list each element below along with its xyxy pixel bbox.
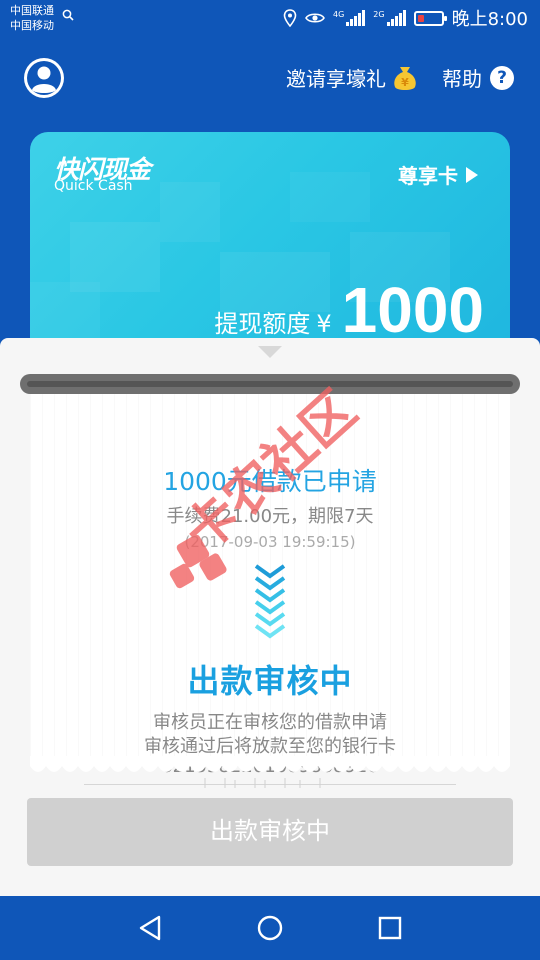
receipt-desc-1: 审核员正在审核您的借款申请 (153, 712, 387, 733)
carrier-2: 中国移动 (10, 19, 54, 32)
location-icon (283, 9, 297, 27)
receipt-fee: 手续费21.00元，期限7天 (166, 506, 374, 527)
question-icon: ? (490, 65, 514, 90)
premium-card-link[interactable]: 尊享卡 (398, 160, 478, 189)
money-bag-glyph: ¥ (401, 76, 409, 89)
recents-icon[interactable] (375, 913, 405, 943)
loan-receipt: 1000元借款已申请 手续费21.00元，期限7天 (2017-09-03 19… (30, 386, 510, 777)
money-bag-icon: ¥ (394, 66, 416, 90)
receipt-desc-2: 审核通过后将放款至您的银行卡 (144, 736, 396, 757)
header-links: 邀请享壕礼 ¥ 帮助 ? (286, 63, 514, 92)
brand-logo-en: Quick Cash (54, 178, 133, 194)
quick-cash-card[interactable]: 快闪现金 Quick Cash 尊享卡 提现额度 ¥ 1000 (30, 132, 510, 362)
help-link[interactable]: 帮助 ? (442, 63, 514, 92)
status-icons: 4G 2G 晚上8:00 (283, 6, 528, 30)
system-nav-bar (0, 896, 540, 960)
receipt-timestamp: (2017-09-03 19:59:15) (184, 533, 356, 551)
receipt-status: 出款审核中 (187, 662, 353, 700)
receipt-title: 1000元借款已申请 (163, 467, 377, 496)
limit-currency: ¥ (316, 310, 332, 338)
receipt-scallop-edge (30, 756, 510, 772)
loan-review-button[interactable]: 出款审核中 (27, 798, 513, 866)
battery-level (417, 14, 424, 22)
invite-label: 邀请享壕礼 (286, 67, 386, 91)
search-icon (62, 9, 74, 21)
help-label: 帮助 (442, 67, 482, 91)
signal-2-icon: 2G (373, 10, 406, 26)
sheet-notch-icon (258, 346, 282, 358)
signal-2-label: 2G (373, 10, 385, 19)
signal-1-label: 4G (332, 10, 345, 19)
app-header: 邀请享壕礼 ¥ 帮助 ? (0, 38, 540, 118)
carrier-1: 中国联通 (10, 4, 54, 17)
signal-1-icon: 4G (332, 10, 366, 26)
avatar[interactable] (24, 58, 64, 98)
battery-icon (413, 10, 447, 26)
divider-ticks (204, 778, 321, 788)
home-icon[interactable] (255, 913, 285, 943)
eye-comfort-icon (305, 13, 325, 23)
play-arrow-icon (466, 166, 478, 183)
back-icon[interactable] (135, 913, 165, 943)
withdraw-limit: 提现额度 ¥ 1000 (214, 274, 484, 346)
limit-label: 提现额度 (214, 310, 311, 338)
limit-amount: 1000 (341, 274, 484, 346)
invite-link[interactable]: 邀请享壕礼 ¥ (286, 63, 418, 92)
chevron-down-icon (254, 564, 286, 639)
carrier-names: 中国联通 中国移动 (10, 3, 54, 33)
status-time: 晚上8:00 (451, 9, 528, 30)
user-icon (27, 61, 61, 95)
status-bar: 中国联通 中国移动 4G 2G 晚上8:00 (0, 0, 540, 38)
receipt-slot (20, 374, 520, 394)
premium-card-label: 尊享卡 (398, 164, 458, 188)
